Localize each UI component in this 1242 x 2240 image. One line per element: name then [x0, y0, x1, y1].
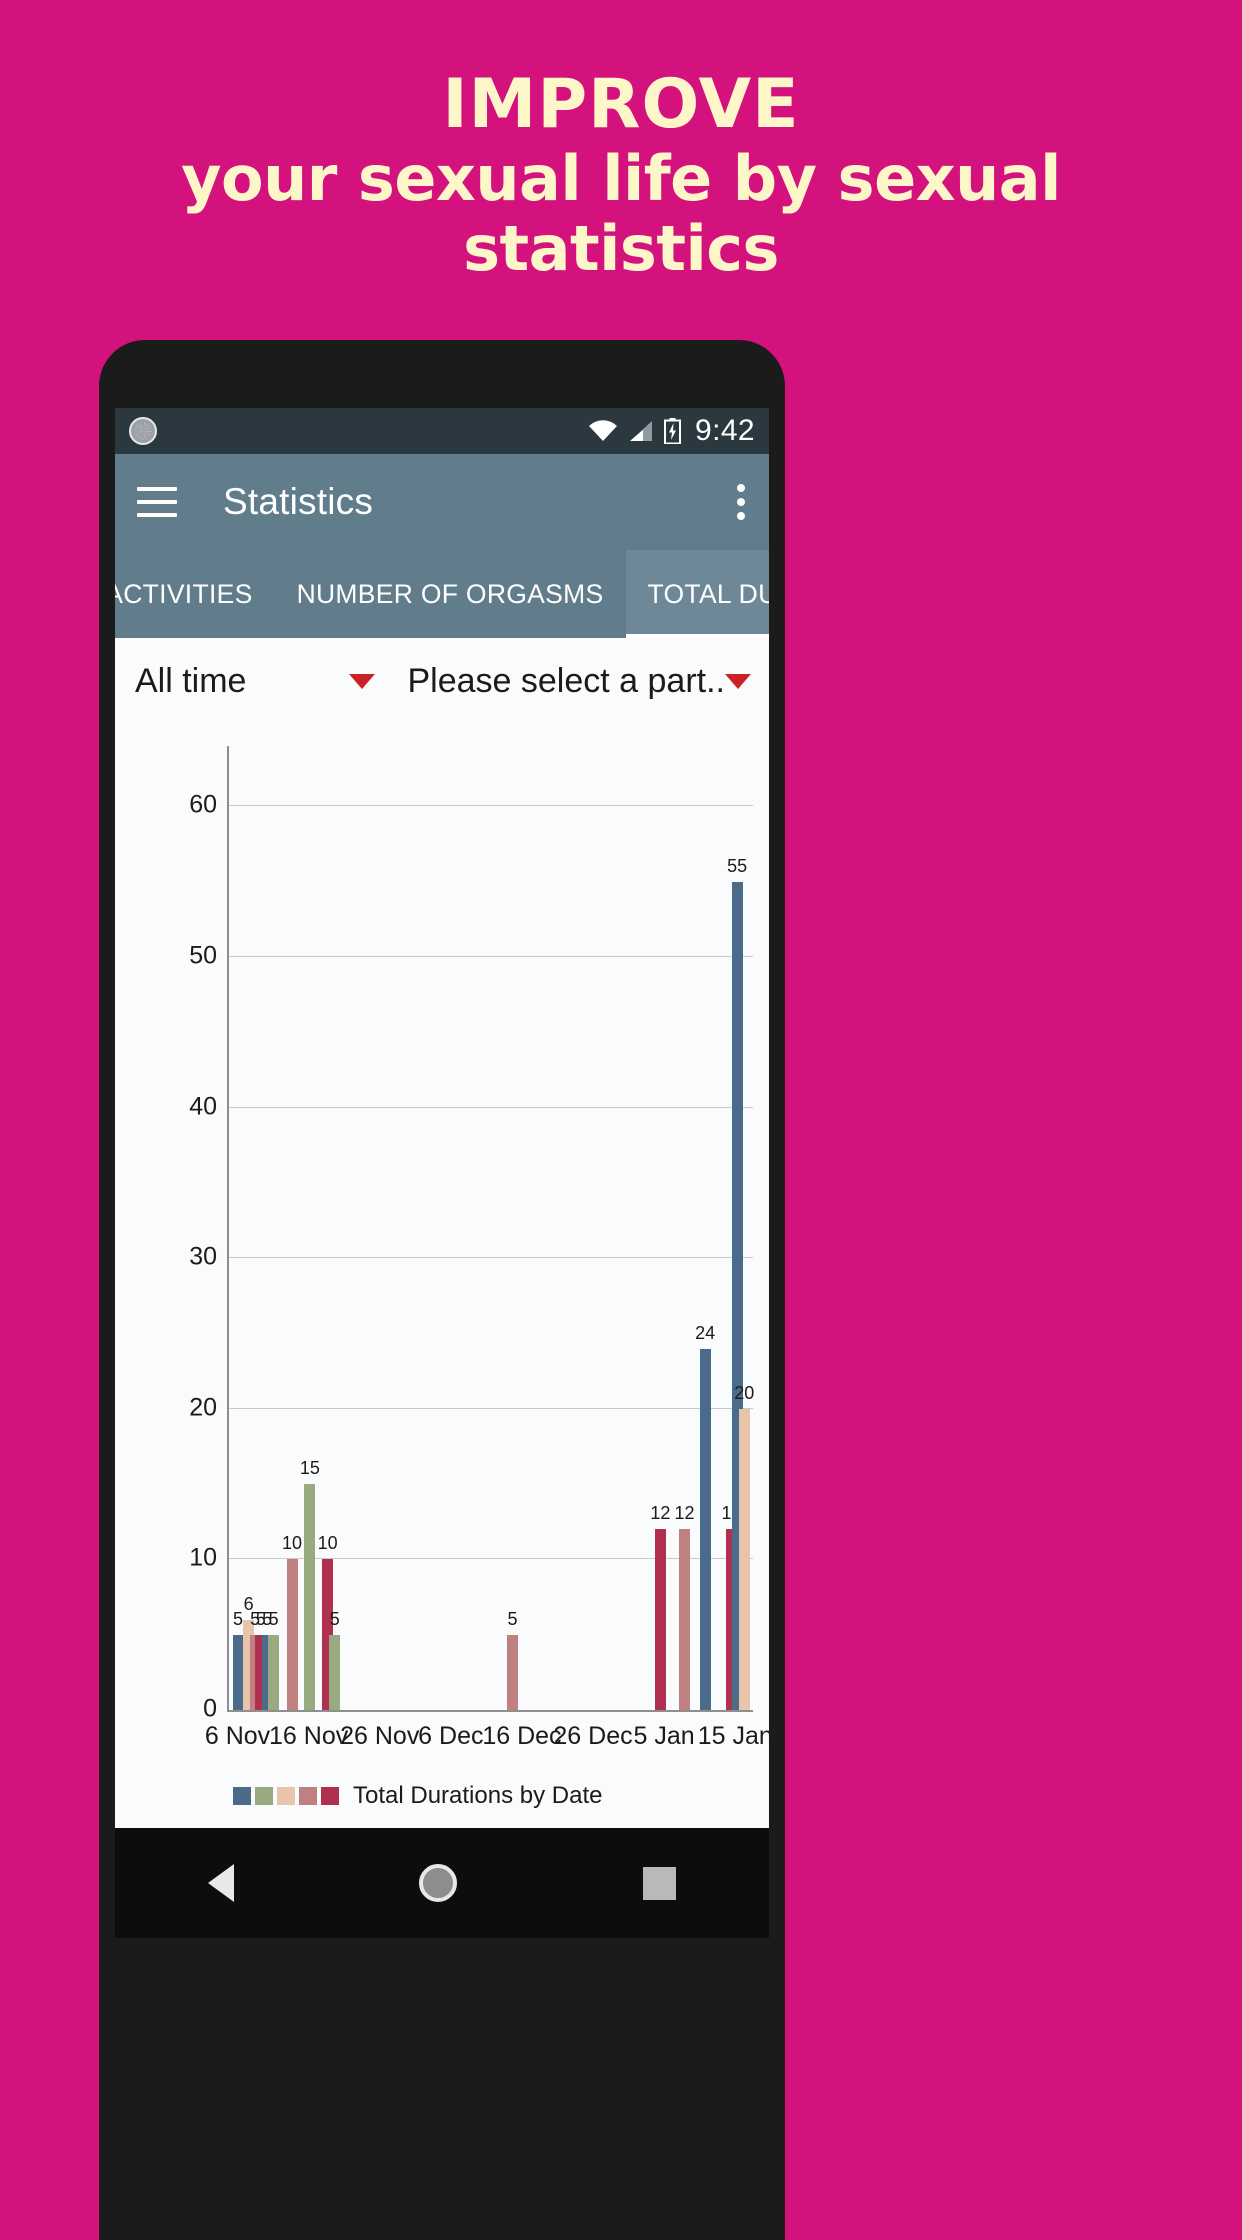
- legend-swatch: [299, 1787, 317, 1805]
- x-axis-tick-label: 16 Dec: [482, 1722, 562, 1750]
- legend-swatch: [255, 1787, 273, 1805]
- chart-bar: 10: [282, 1533, 302, 1710]
- legend-swatch: [233, 1787, 251, 1805]
- chart-bar-value-label: 5: [329, 1608, 340, 1629]
- chart-bar: 15: [300, 1458, 320, 1710]
- tab-total-durations[interactable]: TOTAL DURATIONS: [625, 550, 769, 638]
- overflow-menu-icon[interactable]: [737, 484, 747, 520]
- phone-mockup: 9:42 Statistics L ACTIVITIES NUMBER OF O…: [99, 340, 785, 2240]
- chart-legend: Total Durations by Date: [233, 1782, 602, 1810]
- page-title: Statistics: [223, 481, 374, 522]
- period-dropdown[interactable]: All time: [115, 638, 393, 724]
- y-axis-tick-label: 60: [189, 790, 217, 819]
- chart-gridline: 20: [189, 1393, 753, 1421]
- chart-bar-value-label: 5: [268, 1608, 279, 1629]
- status-bar-right: 9:42: [588, 414, 755, 448]
- hamburger-menu-icon[interactable]: [137, 487, 177, 517]
- y-axis-tick-label: 0: [203, 1694, 217, 1723]
- chart-bar-value-label: 12: [674, 1503, 695, 1524]
- wifi-icon: [588, 420, 618, 442]
- chart-bar: 12: [650, 1503, 670, 1710]
- promo-headline-line2: your sexual life by sexual statistics: [181, 141, 1061, 286]
- battery-charging-icon: [664, 418, 681, 445]
- chart-bar-value-label: 15: [299, 1458, 320, 1479]
- filter-row: All time Please select a part..: [115, 638, 769, 724]
- dropdown-caret-icon: [725, 673, 751, 689]
- y-axis-tick-label: 40: [189, 1092, 217, 1120]
- chart-bar: 5: [232, 1609, 244, 1710]
- legend-label: Total Durations by Date: [353, 1782, 603, 1809]
- app-toolbar: Statistics: [115, 454, 769, 550]
- chart-container: 0 10 20 30 40 50 60 6 Nov 16 Nov 26 Nov 6 Dec 16 De…: [115, 724, 769, 1824]
- legend-swatch: [277, 1787, 295, 1805]
- x-axis-tick-label: 16 Nov: [269, 1722, 349, 1750]
- chart-bar-value-label: 5: [507, 1608, 518, 1629]
- status-bar-clock: 9:42: [695, 414, 755, 447]
- chart-bar-value-label: 12: [650, 1503, 671, 1524]
- y-axis-tick-label: 30: [189, 1242, 217, 1271]
- x-axis-tick-label: 6 Nov: [204, 1722, 271, 1750]
- chart-bar-value-label: 24: [695, 1322, 716, 1343]
- recent-square-icon[interactable]: [643, 1866, 677, 1900]
- back-triangle-icon[interactable]: [207, 1864, 234, 1902]
- chart-bar: 5: [268, 1609, 280, 1710]
- sync-circle-icon: [129, 417, 157, 445]
- x-axis-tick-label: 15 Jan: [697, 1722, 769, 1750]
- y-axis-tick-label: 10: [189, 1543, 217, 1572]
- tab-activities[interactable]: L ACTIVITIES: [115, 550, 275, 638]
- y-axis-tick-label: 50: [189, 941, 217, 970]
- status-bar: 9:42: [115, 408, 769, 454]
- chart-bar: 24: [695, 1323, 715, 1710]
- y-axis-tick-label: 20: [189, 1393, 217, 1422]
- chart-gridline: 30: [189, 1243, 753, 1271]
- signal-icon: [628, 420, 654, 442]
- x-axis-tick-label: 26 Nov: [340, 1722, 420, 1750]
- chart-gridline: 60: [189, 791, 753, 819]
- x-axis-tick-label: 6 Dec: [418, 1722, 484, 1750]
- status-bar-left: [129, 417, 157, 445]
- chart-bar-value-label: 55: [727, 855, 748, 876]
- dropdown-caret-icon: [349, 673, 376, 689]
- android-nav-bar: [115, 1828, 769, 1938]
- promo-headline-line1: IMPROVE: [442, 65, 800, 144]
- chart-bar-value-label: 5: [233, 1608, 244, 1629]
- chart-bar: 20: [734, 1383, 754, 1710]
- home-circle-icon[interactable]: [419, 1864, 458, 1902]
- partner-dropdown[interactable]: Please select a part..: [393, 638, 769, 724]
- chart-gridline: 50: [189, 941, 753, 969]
- chart-bar: 5: [329, 1609, 341, 1710]
- chart-gridline: 40: [189, 1092, 753, 1120]
- chart-bar: 5: [506, 1609, 518, 1710]
- tab-number-of-orgasms[interactable]: NUMBER OF ORGASMS: [275, 550, 626, 638]
- x-axis-tick-label: 5 Jan: [633, 1722, 695, 1750]
- legend-swatch: [321, 1787, 339, 1805]
- chart-bar-value-label: 10: [317, 1533, 338, 1554]
- phone-screen: 9:42 Statistics L ACTIVITIES NUMBER OF O…: [115, 408, 769, 1828]
- period-dropdown-value: All time: [135, 661, 247, 700]
- chart-bar: 12: [675, 1503, 695, 1710]
- legend-color-swatches: [233, 1787, 339, 1805]
- partner-dropdown-value: Please select a part..: [407, 661, 725, 700]
- chart-plot-area: 0 10 20 30 40 50 60 6 Nov 16 Nov 26 Nov 6 Dec 16 De…: [189, 746, 769, 1750]
- chart-bar-value-label: 10: [282, 1533, 303, 1554]
- tab-bar: L ACTIVITIES NUMBER OF ORGASMS TOTAL DUR…: [115, 550, 769, 638]
- x-axis-tick-label: 26 Dec: [553, 1722, 633, 1750]
- promo-headline: IMPROVE your sexual life by sexual stati…: [0, 66, 1242, 285]
- chart-bar-value-label: 20: [734, 1382, 755, 1403]
